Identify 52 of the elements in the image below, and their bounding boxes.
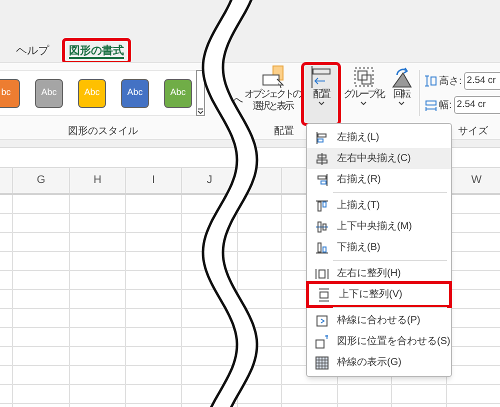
align-bottom-icon (315, 240, 329, 254)
distribute-vertical-icon (317, 288, 331, 302)
align-middle-icon (315, 220, 329, 234)
menu-item[interactable]: 図形に位置を合わせる(S) (307, 331, 451, 352)
align-top-icon (315, 198, 329, 212)
selection-pane-icon (260, 65, 284, 89)
column-header: I (152, 173, 156, 188)
rotate-icon (389, 65, 413, 89)
ribbon-button[interactable]: グループ化 (341, 65, 386, 123)
menu-item[interactable]: 左右中央揃え(C) (307, 148, 451, 169)
field-label: 高さ: (439, 74, 462, 88)
align-right-icon (315, 172, 329, 186)
menu-item[interactable]: 枠線の表示(G) (307, 352, 451, 373)
caret-icon (398, 101, 404, 106)
menu-item[interactable]: 上下に整列(V) (309, 284, 449, 305)
column-header: G (36, 173, 46, 188)
shape-style-swatch[interactable]: Abc (121, 78, 149, 108)
size-field[interactable]: 2.54 cr (454, 96, 500, 114)
align-center-icon (315, 152, 329, 166)
snap-grid-icon (315, 314, 329, 328)
snap-shape-icon (315, 334, 329, 348)
column-header: W (471, 173, 482, 188)
ribbon-button[interactable]: オブジェクトの 選択と表示 (244, 65, 301, 123)
group-label: 図形のスタイル (68, 124, 138, 138)
ribbon-tab[interactable]: ヘルプ (12, 41, 53, 61)
menu-item[interactable]: 枠線に合わせる(P) (307, 310, 451, 331)
menu-item[interactable]: 上下中央揃え(M) (307, 216, 451, 237)
align-left-icon (315, 130, 329, 144)
menu-item[interactable]: 右揃え(R) (307, 169, 451, 190)
distribute-horizontal-icon (315, 266, 329, 280)
menu-item[interactable]: 左揃え(L) (307, 127, 451, 148)
group-label: サイズ (458, 124, 488, 138)
caret-icon (318, 101, 324, 106)
gridlines-icon (315, 356, 329, 370)
menu-item[interactable]: 下揃え(B) (307, 237, 451, 258)
column-header: J (206, 173, 212, 188)
ribbon-tab[interactable]: 図形の書式 (65, 41, 128, 61)
height-icon (425, 75, 437, 87)
group-label: 配置 (274, 124, 294, 138)
menu-item[interactable]: 上揃え(T) (307, 195, 451, 216)
width-icon (425, 99, 437, 111)
more-icon (197, 108, 204, 115)
column-header: H (94, 173, 102, 188)
align-left-icon (309, 65, 333, 89)
group-icon (352, 65, 376, 89)
menu-item[interactable]: 左右に整列(H) (307, 263, 451, 284)
size-field[interactable]: 2.54 cr (464, 72, 500, 90)
gallery-scrollbar[interactable] (196, 70, 205, 116)
ribbon-button[interactable]: 配置 (304, 65, 338, 123)
caret-icon (360, 101, 367, 106)
field-label: 幅: (439, 98, 452, 112)
ribbon-button[interactable]: 回転 (386, 65, 416, 123)
